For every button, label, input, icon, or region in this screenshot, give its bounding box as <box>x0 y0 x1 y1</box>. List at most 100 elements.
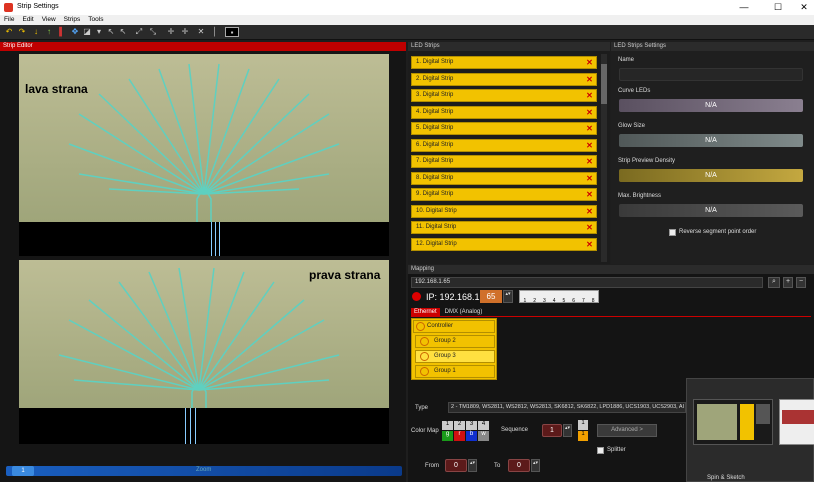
group-item[interactable]: Group 1 <box>415 365 495 378</box>
top-photo-label: lava strana <box>25 82 88 96</box>
play-icon[interactable] <box>420 367 429 376</box>
to-stepper[interactable]: ▴▾ <box>531 459 540 472</box>
minimize-button[interactable]: — <box>730 0 758 15</box>
from-stepper[interactable]: ▴▾ <box>468 459 477 472</box>
select-icon[interactable]: ◪ <box>82 27 92 37</box>
type-select[interactable]: 2 - TM1809, WS2811, WS2812, WS2813, SK68… <box>448 402 686 413</box>
strips-scrollbar[interactable] <box>601 54 607 262</box>
seq-side-top[interactable]: 1 <box>578 420 588 430</box>
strip-item[interactable]: 9. Digital Strip ✕ <box>411 188 597 201</box>
reverse-checkbox[interactable] <box>669 229 676 236</box>
maximize-button[interactable]: ☐ <box>764 0 792 15</box>
seq-side-bottom[interactable]: 1 <box>578 431 588 441</box>
color-map-number: 1 <box>442 421 453 430</box>
close-button[interactable]: ✕ <box>790 0 814 15</box>
density-slider[interactable]: N/A <box>619 169 803 182</box>
sequence-stepper[interactable]: ▴▾ <box>563 424 572 437</box>
menu-file[interactable]: File <box>0 15 18 23</box>
strip-item[interactable]: 4. Digital Strip ✕ <box>411 106 597 119</box>
to-field[interactable]: 0 <box>508 459 530 472</box>
move-h-icon[interactable]: ✛ <box>166 27 176 37</box>
zoom-slider[interactable]: 1 Zoom <box>6 466 402 476</box>
group-item[interactable]: Group 2 <box>415 335 495 348</box>
menu-view[interactable]: View <box>38 15 60 23</box>
channel-green[interactable]: g <box>442 431 453 441</box>
name-field[interactable] <box>619 68 803 81</box>
move-v-icon[interactable]: ✛ <box>180 27 190 37</box>
remove-strip-icon[interactable]: ✕ <box>585 124 594 133</box>
from-field[interactable]: 0 <box>445 459 467 472</box>
search-icon[interactable]: ⌕ <box>768 277 780 288</box>
channel-white[interactable]: w <box>478 431 489 441</box>
channel-blue[interactable]: b <box>466 431 477 441</box>
preview-thumbnail-main[interactable] <box>693 399 773 445</box>
splitter-checkbox[interactable] <box>597 447 604 454</box>
marker-icon[interactable]: ▌ <box>57 27 67 37</box>
remove-strip-icon[interactable]: ✕ <box>585 240 594 249</box>
advanced-button[interactable]: Advanced > <box>597 424 657 437</box>
up-arrow-icon[interactable]: ↑ <box>44 27 54 37</box>
strip-item[interactable]: 7. Digital Strip ✕ <box>411 155 597 168</box>
remove-strip-icon[interactable]: ✕ <box>585 174 594 183</box>
strip-item[interactable]: 6. Digital Strip ✕ <box>411 139 597 152</box>
group-item[interactable]: Group 3 <box>415 350 495 363</box>
resize-icon[interactable]: ⤢ <box>134 27 144 37</box>
color-map-number: 2 <box>454 421 465 430</box>
cursor-add-icon[interactable]: ↖ <box>118 27 128 37</box>
taskbar-preview[interactable]: Spin & Sketch <box>686 378 814 482</box>
strip-item[interactable]: 10. Digital Strip ✕ <box>411 205 597 218</box>
move-icon[interactable]: ✥ <box>70 27 80 37</box>
add-icon[interactable]: + <box>783 277 793 288</box>
max-brightness-slider[interactable]: N/A <box>619 204 803 217</box>
bottom-photo[interactable]: prava strana <box>19 260 389 408</box>
undo-icon[interactable]: ↶ <box>4 27 14 37</box>
strip-item[interactable]: 2. Digital Strip ✕ <box>411 73 597 86</box>
play-icon[interactable] <box>420 337 429 346</box>
remove-strip-icon[interactable]: ✕ <box>585 108 594 117</box>
remove-strip-icon[interactable]: ✕ <box>585 157 594 166</box>
top-photo[interactable]: lava strana <box>19 54 389 222</box>
tab-ethernet[interactable]: Ethernet <box>411 308 440 317</box>
monitor-icon[interactable]: ▪ <box>225 27 239 37</box>
strip-item[interactable]: 8. Digital Strip ✕ <box>411 172 597 185</box>
strip-item[interactable]: 11. Digital Strip ✕ <box>411 221 597 234</box>
color-map[interactable]: 1 2 3 4 g r b w <box>442 421 490 443</box>
dip-label: 6 <box>572 298 576 304</box>
menu-edit[interactable]: Edit <box>18 15 37 23</box>
group-controller[interactable]: Controller <box>413 320 495 333</box>
strip-item[interactable]: 12. Digital Strip ✕ <box>411 238 597 251</box>
remove-strip-icon[interactable]: ✕ <box>585 207 594 216</box>
strip-label: 1. Digital Strip <box>416 59 454 65</box>
remove-strip-icon[interactable]: ✕ <box>585 58 594 67</box>
sequence-field[interactable]: 1 <box>542 424 562 437</box>
channel-red[interactable]: r <box>454 431 465 441</box>
remove-strip-icon[interactable]: ✕ <box>585 223 594 232</box>
strip-item[interactable]: 5. Digital Strip ✕ <box>411 122 597 135</box>
glow-size-slider[interactable]: N/A <box>619 134 803 147</box>
preview-thumbnail-alt[interactable] <box>779 399 814 445</box>
collapse-icon[interactable] <box>416 322 425 331</box>
pointer-icon[interactable]: ▾ <box>94 27 104 37</box>
menu-tools[interactable]: Tools <box>84 15 107 23</box>
down-arrow-icon[interactable]: ↓ <box>31 27 41 37</box>
cursor-icon[interactable]: ↖ <box>106 27 116 37</box>
strip-item[interactable]: 1. Digital Strip ✕ <box>411 56 597 69</box>
remove-strip-icon[interactable]: ✕ <box>585 190 594 199</box>
tab-dmx[interactable]: DMX (Analog) <box>442 308 486 317</box>
curve-leds-slider[interactable]: N/A <box>619 99 803 112</box>
ip-select[interactable]: 192.168.1.65 <box>411 277 763 288</box>
delete-icon[interactable]: ✕ <box>196 27 206 37</box>
strip-item[interactable]: 3. Digital Strip ✕ <box>411 89 597 102</box>
resize-alt-icon[interactable]: ⤡ <box>148 27 158 37</box>
remove-strip-icon[interactable]: ✕ <box>585 141 594 150</box>
dip-switch[interactable]: 12345678 <box>519 290 599 304</box>
ip-stepper[interactable]: ▴▾ <box>503 290 513 303</box>
play-icon[interactable] <box>420 352 429 361</box>
remove-icon[interactable]: − <box>796 277 806 288</box>
remove-strip-icon[interactable]: ✕ <box>585 91 594 100</box>
remove-strip-icon[interactable]: ✕ <box>585 75 594 84</box>
redo-icon[interactable]: ↷ <box>17 27 27 37</box>
top-photo-stem <box>19 222 389 256</box>
ip-last-field[interactable]: 65 <box>480 290 502 303</box>
menu-strips[interactable]: Strips <box>60 15 85 23</box>
